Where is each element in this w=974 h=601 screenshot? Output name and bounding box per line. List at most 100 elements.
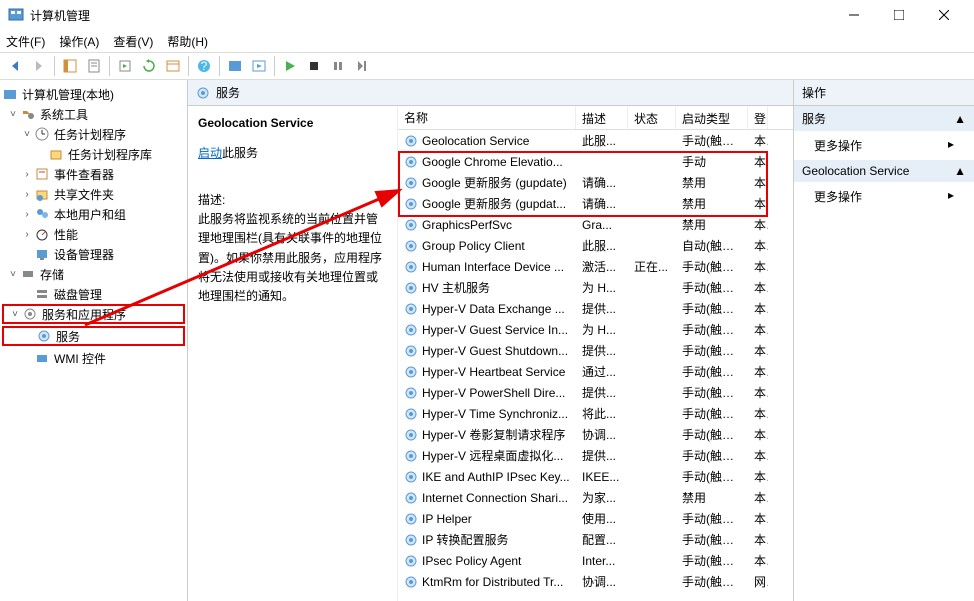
action-more-1[interactable]: 更多操作▸ — [794, 131, 974, 160]
play-button[interactable] — [279, 55, 301, 77]
action-panel: 操作 服务▲ 更多操作▸ Geolocation Service▲ 更多操作▸ — [794, 80, 974, 601]
start-service-link[interactable]: 启动 — [198, 146, 222, 160]
back-button[interactable] — [4, 55, 26, 77]
collapse-icon: ▲ — [954, 112, 966, 126]
gear-icon — [404, 512, 418, 526]
action-more-2[interactable]: 更多操作▸ — [794, 182, 974, 211]
minimize-button[interactable] — [831, 0, 876, 30]
gear-icon — [404, 155, 418, 169]
service-row[interactable]: Hyper-V 远程桌面虚拟化...提供...手动(触发...本 — [398, 445, 793, 466]
tree-services[interactable]: 服务 — [2, 326, 185, 346]
col-desc[interactable]: 描述 — [576, 106, 628, 129]
service-row[interactable]: IP Helper使用...手动(触发...本 — [398, 508, 793, 529]
center-header: 服务 — [188, 80, 793, 106]
col-status[interactable]: 状态 — [628, 106, 676, 129]
menu-file[interactable]: 文件(F) — [6, 33, 45, 50]
properties-button[interactable] — [83, 55, 105, 77]
service-row[interactable]: Google 更新服务 (gupdat...请确...禁用本 — [398, 193, 793, 214]
tree-wmi[interactable]: WMI 控件 — [2, 348, 185, 368]
menubar: 文件(F) 操作(A) 查看(V) 帮助(H) — [0, 30, 974, 52]
menu-action[interactable]: 操作(A) — [59, 33, 99, 50]
service-row[interactable]: GraphicsPerfSvcGra...禁用本 — [398, 214, 793, 235]
service-row[interactable]: Hyper-V Guest Service In...为 H...手动(触发..… — [398, 319, 793, 340]
desc-text: 此服务将监视系统的当前位置并管理地理围栏(具有关联事件的地理位置)。如果你禁用此… — [198, 210, 387, 306]
gear-icon — [404, 281, 418, 295]
list-header: 名称 描述 状态 启动类型 登 — [398, 106, 793, 130]
tree-panel: 计算机管理(本地) ˅系统工具 ˅任务计划程序 任务计划程序库 ›事件查看器 ›… — [0, 80, 188, 601]
tree-storage[interactable]: ˅存储 — [2, 264, 185, 284]
gear-icon — [404, 176, 418, 190]
list-button[interactable] — [162, 55, 184, 77]
col-name[interactable]: 名称 — [398, 106, 576, 129]
maximize-button[interactable] — [876, 0, 921, 30]
show-hide-button[interactable] — [59, 55, 81, 77]
service-row[interactable]: Geolocation Service此服...手动(触发...本 — [398, 130, 793, 151]
tree-shared[interactable]: ›共享文件夹 — [2, 184, 185, 204]
gear-icon — [404, 533, 418, 547]
tree-root[interactable]: 计算机管理(本地) — [2, 84, 185, 104]
help-button[interactable]: ? — [193, 55, 215, 77]
selected-service-name: Geolocation Service — [198, 116, 387, 130]
menu-help[interactable]: 帮助(H) — [167, 33, 208, 50]
service-row[interactable]: Hyper-V Time Synchroniz...将此...手动(触发...本 — [398, 403, 793, 424]
tree-eventvwr[interactable]: ›事件查看器 — [2, 164, 185, 184]
tree-diskmgmt[interactable]: 磁盘管理 — [2, 284, 185, 304]
stop-button[interactable] — [303, 55, 325, 77]
service-row[interactable]: Google 更新服务 (gupdate)请确...禁用本 — [398, 172, 793, 193]
service-row[interactable]: HV 主机服务为 H...手动(触发...本 — [398, 277, 793, 298]
gear-icon — [404, 386, 418, 400]
tree-localusers[interactable]: ›本地用户和组 — [2, 204, 185, 224]
app-icon — [8, 7, 24, 23]
desc-label: 描述: — [198, 191, 387, 210]
tree-devmgr[interactable]: 设备管理器 — [2, 244, 185, 264]
export-button[interactable] — [114, 55, 136, 77]
tree-perf[interactable]: ›性能 — [2, 224, 185, 244]
tree-systools[interactable]: ˅系统工具 — [2, 104, 185, 124]
service-row[interactable]: Hyper-V PowerShell Dire...提供...手动(触发...本 — [398, 382, 793, 403]
gear-icon — [404, 344, 418, 358]
svg-text:?: ? — [201, 59, 208, 73]
service-row[interactable]: IPsec Policy AgentInter...手动(触发...本 — [398, 550, 793, 571]
center-panel: 服务 Geolocation Service 启动此服务 描述: 此服务将监视系… — [188, 80, 794, 601]
connections-button[interactable] — [248, 55, 270, 77]
tree-svcapps[interactable]: ˅服务和应用程序 — [2, 304, 185, 324]
restart-button[interactable] — [351, 55, 373, 77]
tree-tasksched[interactable]: ˅任务计划程序 — [2, 124, 185, 144]
service-row[interactable]: Hyper-V Guest Shutdown...提供...手动(触发...本 — [398, 340, 793, 361]
collapse-icon: ▲ — [954, 164, 966, 178]
gear-icon — [404, 260, 418, 274]
menu-view[interactable]: 查看(V) — [113, 33, 153, 50]
service-row[interactable]: IP 转换配置服务配置...手动(触发...本 — [398, 529, 793, 550]
pause-button[interactable] — [327, 55, 349, 77]
gear-icon — [404, 239, 418, 253]
service-row[interactable]: Group Policy Client此服...自动(触发...本 — [398, 235, 793, 256]
tree-taskschedlib[interactable]: 任务计划程序库 — [2, 144, 185, 164]
col-logon[interactable]: 登 — [748, 106, 768, 129]
gear-icon — [404, 428, 418, 442]
service-row[interactable]: Google Chrome Elevatio...手动本 — [398, 151, 793, 172]
service-row[interactable]: Human Interface Device ...激活...正在...手动(触… — [398, 256, 793, 277]
action-sect-selected[interactable]: Geolocation Service▲ — [794, 160, 974, 182]
console-button[interactable] — [224, 55, 246, 77]
gear-icon — [404, 323, 418, 337]
service-row[interactable]: Hyper-V Data Exchange ...提供...手动(触发...本 — [398, 298, 793, 319]
service-row[interactable]: Hyper-V 卷影复制请求程序协调...手动(触发...本 — [398, 424, 793, 445]
gear-icon — [196, 86, 210, 100]
center-header-label: 服务 — [216, 84, 240, 101]
service-row[interactable]: IKE and AuthIP IPsec Key...IKEE...手动(触发.… — [398, 466, 793, 487]
gear-icon — [404, 365, 418, 379]
gear-icon — [404, 449, 418, 463]
service-row[interactable]: Hyper-V Heartbeat Service通过...手动(触发...本 — [398, 361, 793, 382]
service-list: 名称 描述 状态 启动类型 登 Geolocation Service此服...… — [398, 106, 793, 601]
service-row[interactable]: KtmRm for Distributed Tr...协调...手动(触发...… — [398, 571, 793, 592]
gear-icon — [404, 218, 418, 232]
forward-button[interactable] — [28, 55, 50, 77]
gear-icon — [404, 554, 418, 568]
titlebar: 计算机管理 — [0, 0, 974, 30]
action-header: 操作 — [794, 80, 974, 106]
refresh-button[interactable] — [138, 55, 160, 77]
col-startup[interactable]: 启动类型 — [676, 106, 748, 129]
service-row[interactable]: Internet Connection Shari...为家...禁用本 — [398, 487, 793, 508]
close-button[interactable] — [921, 0, 966, 30]
action-sect-services[interactable]: 服务▲ — [794, 106, 974, 131]
